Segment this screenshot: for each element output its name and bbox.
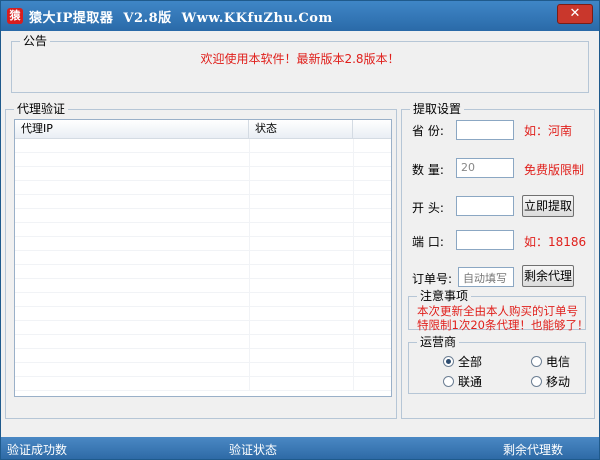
carrier-option-mobile[interactable]: 移动 [531, 373, 570, 390]
port-hint: 如：18186 [524, 235, 587, 249]
quantity-label: 数 量: [412, 163, 444, 177]
radio-selected-icon [443, 356, 454, 367]
empty-row [15, 139, 391, 153]
column-extra[interactable] [353, 120, 391, 138]
caution-line-2: 特限制1次20条代理！也能够了！ [417, 318, 589, 332]
carrier-label: 运营商 [417, 335, 460, 349]
quantity-hint: 免费版限制 [524, 163, 585, 177]
extract-settings-label: 提取设置 [410, 102, 465, 116]
grid-line [353, 139, 354, 391]
empty-row [15, 293, 391, 307]
status-remaining-count: 剩余代理数 [503, 443, 564, 457]
extract-settings-group: 提取设置 省 份: 如：河南 数 量: 20 免费版限制 开 头: 立即提取 端… [401, 102, 595, 419]
caution-line-1: 本次更新全由本人购买的订单号 [417, 304, 578, 318]
extract-now-button[interactable]: 立即提取 [522, 195, 574, 217]
empty-row [15, 237, 391, 251]
carrier-option-label: 电信 [546, 355, 571, 369]
empty-row [15, 167, 391, 181]
proxy-list-header: 代理IP 状态 [15, 120, 391, 139]
proxy-verify-group: 代理验证 代理IP 状态 [5, 102, 397, 419]
caution-text: 本次更新全由本人购买的订单号 特限制1次20条代理！也能够了！ [417, 304, 588, 332]
carrier-option-telecom[interactable]: 电信 [531, 353, 570, 370]
empty-row [15, 363, 391, 377]
quantity-input[interactable]: 20 [456, 158, 514, 178]
prefix-input[interactable] [456, 196, 514, 216]
announcement-text: 欢迎使用本软件！最新版本2.8版本！ [200, 52, 400, 66]
empty-row [15, 377, 391, 391]
proxy-list-rows [15, 139, 391, 391]
empty-row [15, 195, 391, 209]
province-hint: 如：河南 [524, 124, 573, 138]
port-label: 端 口: [412, 235, 444, 249]
province-input[interactable] [456, 120, 514, 140]
radio-unselected-icon [443, 376, 454, 387]
carrier-option-unicom[interactable]: 联通 [443, 373, 482, 390]
radio-unselected-icon [531, 376, 542, 387]
carrier-option-all[interactable]: 全部 [443, 353, 482, 370]
proxy-verify-label: 代理验证 [14, 102, 69, 116]
port-input[interactable] [456, 230, 514, 250]
caution-label: 注意事项 [417, 289, 472, 303]
remaining-proxy-button[interactable]: 剩余代理 [522, 265, 574, 287]
carrier-option-label: 联通 [458, 375, 483, 389]
order-label: 订单号: [412, 272, 453, 286]
status-verify-state: 验证状态 [229, 443, 278, 457]
empty-row [15, 321, 391, 335]
column-proxy-ip[interactable]: 代理IP [15, 120, 249, 138]
empty-row [15, 223, 391, 237]
caution-group: 注意事项 本次更新全由本人购买的订单号 特限制1次20条代理！也能够了！ [408, 289, 588, 332]
empty-row [15, 209, 391, 223]
announcement-group: 公告 欢迎使用本软件！最新版本2.8版本！ [11, 34, 589, 93]
proxy-list[interactable]: 代理IP 状态 [14, 119, 392, 397]
grid-line [249, 139, 250, 391]
empty-row [15, 251, 391, 265]
carrier-group: 运营商 全部 电信 联通 移动 [408, 335, 586, 394]
carrier-option-label: 全部 [458, 355, 483, 369]
empty-row [15, 265, 391, 279]
close-button[interactable]: ✕ [557, 4, 593, 24]
window-title: 猿大IP提取器 V2.8版 Www.KKfuZhu.Com [29, 11, 333, 26]
announcement-label: 公告 [20, 34, 51, 48]
province-label: 省 份: [412, 124, 444, 138]
status-success-count: 验证成功数 [7, 443, 68, 457]
order-input[interactable]: 自动填写 [458, 267, 514, 287]
prefix-label: 开 头: [412, 201, 444, 215]
app-logo-icon: 猿 [7, 8, 23, 24]
empty-row [15, 279, 391, 293]
app-window: 猿 猿大IP提取器 V2.8版 Www.KKfuZhu.Com ✕ 公告 欢迎使… [0, 0, 600, 460]
empty-row [15, 181, 391, 195]
empty-row [15, 307, 391, 321]
title-bar[interactable]: 猿 猿大IP提取器 V2.8版 Www.KKfuZhu.Com ✕ [1, 1, 599, 31]
empty-row [15, 335, 391, 349]
empty-row [15, 153, 391, 167]
status-bar: 验证成功数 验证状态 剩余代理数 [1, 437, 599, 459]
carrier-option-label: 移动 [546, 375, 571, 389]
empty-row [15, 349, 391, 363]
radio-unselected-icon [531, 356, 542, 367]
column-status[interactable]: 状态 [249, 120, 353, 138]
